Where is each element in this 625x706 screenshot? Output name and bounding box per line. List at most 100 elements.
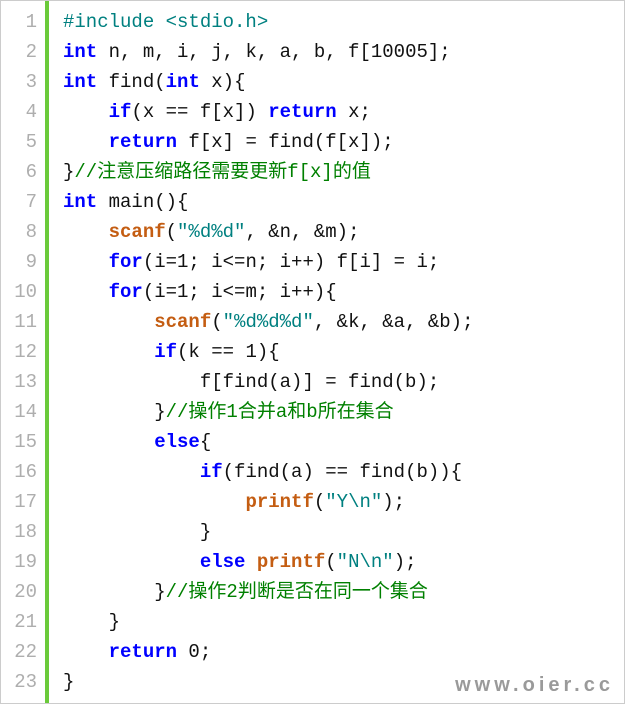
line-number: 4 (5, 97, 37, 127)
keyword: for (109, 251, 143, 273)
code-text: (find(a) == find(b)){ (223, 461, 462, 483)
code-text (63, 431, 154, 453)
code-text (63, 221, 109, 243)
code-line: f[find(a)] = find(b); (63, 367, 624, 397)
line-number: 18 (5, 517, 37, 547)
line-number: 17 (5, 487, 37, 517)
line-number: 16 (5, 457, 37, 487)
code-line: return 0; (63, 637, 624, 667)
code-text: ( (314, 491, 325, 513)
code-line: }//操作1合并a和b所在集合 (63, 397, 624, 427)
line-number: 6 (5, 157, 37, 187)
code-text: , &n, &m); (245, 221, 359, 243)
code-text: ( (325, 551, 336, 573)
line-number: 22 (5, 637, 37, 667)
keyword: if (200, 461, 223, 483)
function: scanf (154, 311, 211, 333)
keyword: for (109, 281, 143, 303)
code-text (63, 281, 109, 303)
code-text (63, 101, 109, 123)
line-number: 11 (5, 307, 37, 337)
code-line: return f[x] = find(f[x]); (63, 127, 624, 157)
code-text: f[find(a)] = find(b); (63, 371, 439, 393)
code-line: #include <stdio.h> (63, 7, 624, 37)
code-text (245, 551, 256, 573)
keyword: return (109, 641, 177, 663)
code-line: scanf("%d%d%d", &k, &a, &b); (63, 307, 624, 337)
code-text (63, 311, 154, 333)
code-text: (x == f[x]) (131, 101, 268, 123)
keyword: int (166, 71, 200, 93)
line-number: 2 (5, 37, 37, 67)
code-block: 1 2 3 4 5 6 7 8 9 10 11 12 13 14 15 16 1… (0, 0, 625, 704)
string: "N\n" (337, 551, 394, 573)
code-text: , &k, &a, &b); (314, 311, 474, 333)
keyword: int (63, 71, 97, 93)
keyword: return (268, 101, 336, 123)
code-line: if(find(a) == find(b)){ (63, 457, 624, 487)
line-number: 14 (5, 397, 37, 427)
comment: //注意压缩路径需要更新f[x]的值 (74, 161, 370, 183)
function: printf (245, 491, 313, 513)
keyword: int (63, 191, 97, 213)
line-number: 7 (5, 187, 37, 217)
line-number: 9 (5, 247, 37, 277)
code-text (63, 641, 109, 663)
code-text: (k == 1){ (177, 341, 280, 363)
code-line: if(k == 1){ (63, 337, 624, 367)
code-text: ( (211, 311, 222, 333)
code-area: #include <stdio.h> int n, m, i, j, k, a,… (49, 1, 624, 703)
code-line: printf("Y\n"); (63, 487, 624, 517)
code-text: } (63, 401, 166, 423)
code-text (63, 551, 200, 573)
watermark: www.oier.cc (455, 674, 614, 697)
code-text: 0; (177, 641, 211, 663)
code-line: for(i=1; i<=n; i++) f[i] = i; (63, 247, 624, 277)
code-line: } (63, 607, 624, 637)
code-text: find( (97, 71, 165, 93)
code-line: for(i=1; i<=m; i++){ (63, 277, 624, 307)
line-number: 13 (5, 367, 37, 397)
keyword: else (154, 431, 200, 453)
line-number: 10 (5, 277, 37, 307)
code-text: x){ (200, 71, 246, 93)
code-line: int main(){ (63, 187, 624, 217)
code-text: } (63, 521, 211, 543)
comment: //操作2判断是否在同一个集合 (166, 581, 428, 603)
line-number: 8 (5, 217, 37, 247)
code-text: (i=1; i<=m; i++){ (143, 281, 337, 303)
code-text: x; (337, 101, 371, 123)
line-number: 19 (5, 547, 37, 577)
code-line: }//操作2判断是否在同一个集合 (63, 577, 624, 607)
code-text: { (200, 431, 211, 453)
code-text (63, 341, 154, 363)
include-file: <stdio.h> (154, 11, 268, 33)
code-line: else printf("N\n"); (63, 547, 624, 577)
code-line: scanf("%d%d", &n, &m); (63, 217, 624, 247)
string: "%d%d" (177, 221, 245, 243)
code-text: ); (394, 551, 417, 573)
code-text: } (63, 161, 74, 183)
code-text: (i=1; i<=n; i++) f[i] = i; (143, 251, 439, 273)
code-line: } (63, 517, 624, 547)
string: "%d%d%d" (223, 311, 314, 333)
keyword: return (109, 131, 177, 153)
code-line: int find(int x){ (63, 67, 624, 97)
code-text: } (63, 581, 166, 603)
function: scanf (109, 221, 166, 243)
line-number: 20 (5, 577, 37, 607)
code-text (63, 251, 109, 273)
code-line: else{ (63, 427, 624, 457)
code-text: n, m, i, j, k, a, b, f[10005]; (97, 41, 450, 63)
keyword: else (200, 551, 246, 573)
line-number: 15 (5, 427, 37, 457)
preprocessor: #include (63, 11, 154, 33)
comment: //操作1合并a和b所在集合 (166, 401, 394, 423)
keyword: if (154, 341, 177, 363)
line-number: 23 (5, 667, 37, 697)
keyword: if (109, 101, 132, 123)
code-text (63, 491, 245, 513)
line-number: 3 (5, 67, 37, 97)
code-text: } (63, 671, 74, 693)
line-number: 1 (5, 7, 37, 37)
